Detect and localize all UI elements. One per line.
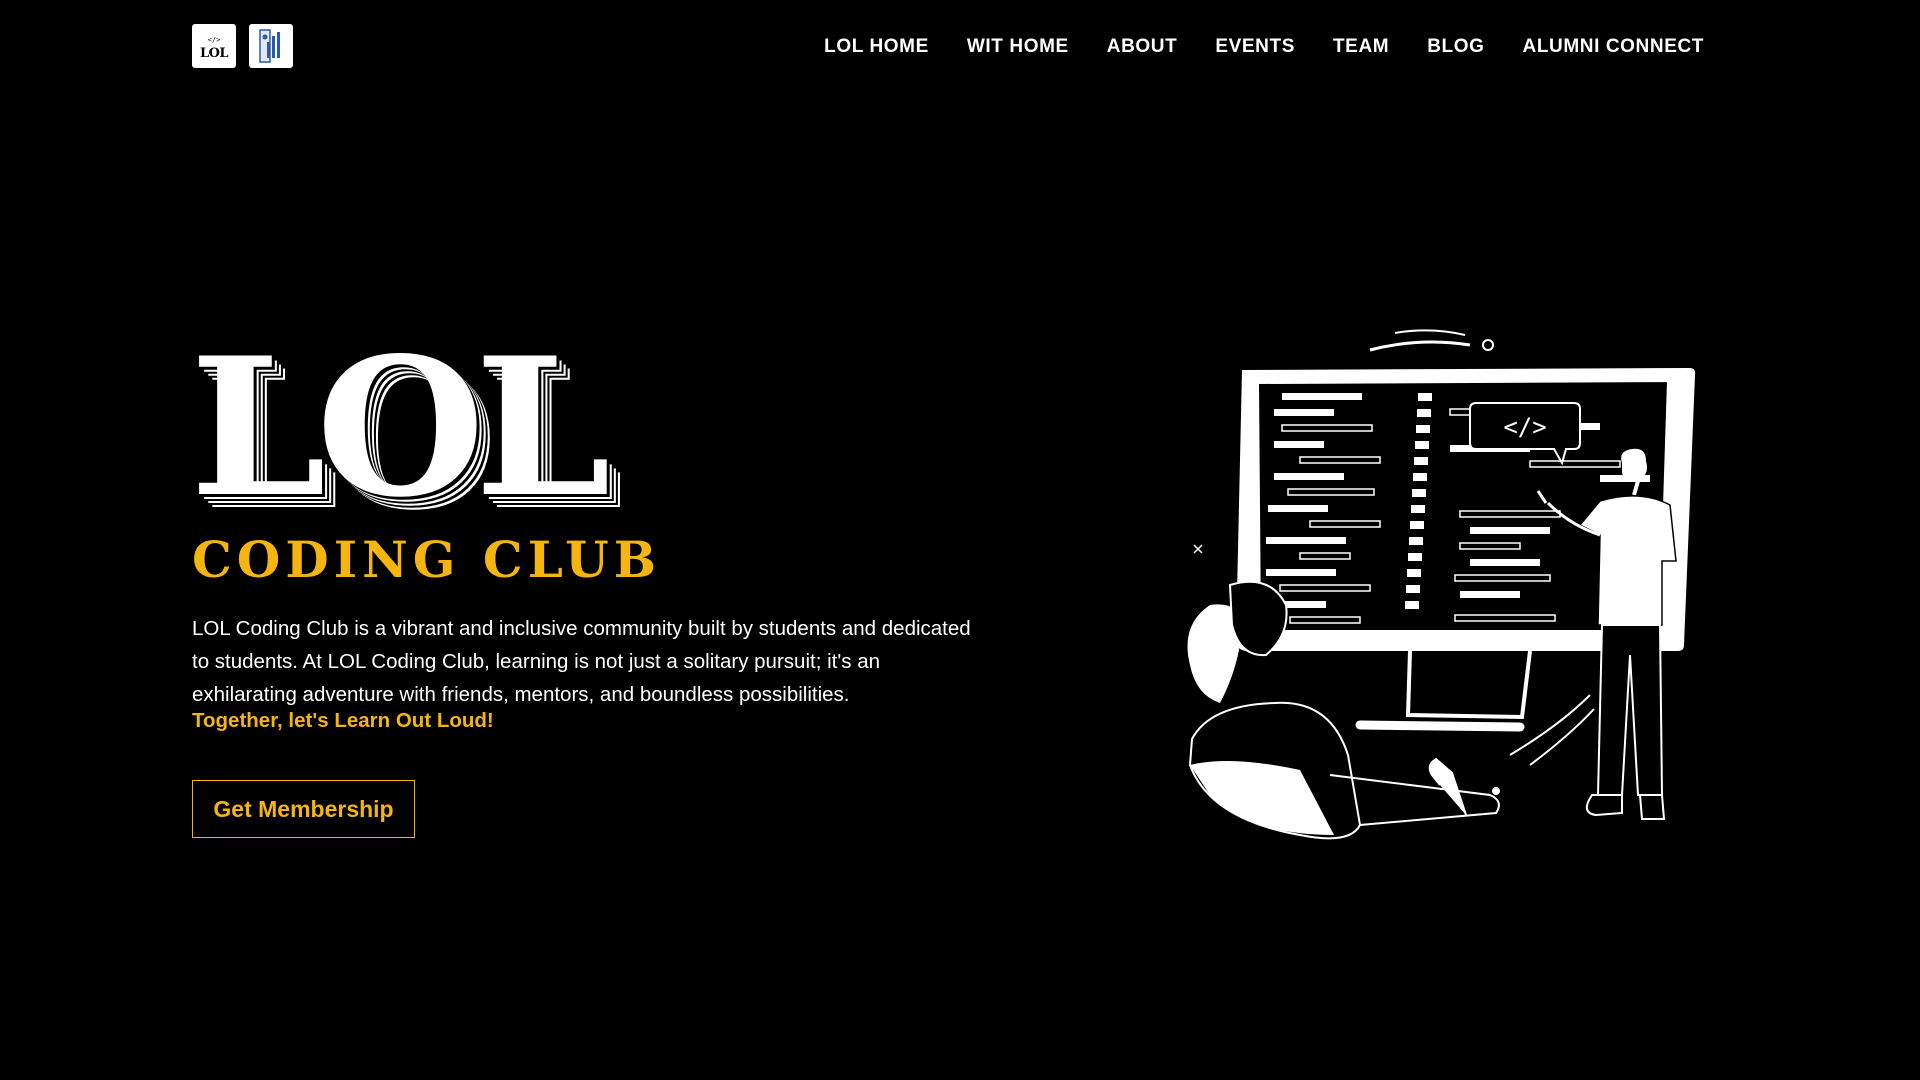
hero-tagline: Together, let's Learn Out Loud! <box>192 709 494 732</box>
get-membership-button[interactable]: Get Membership <box>192 780 415 838</box>
code-tag-icon: </> <box>1503 413 1546 441</box>
lol-logo[interactable]: </> LOL <box>192 24 236 68</box>
header-logos: </> LOL <box>192 24 293 68</box>
nav-alumni-connect[interactable]: ALUMNI CONNECT <box>1523 36 1705 58</box>
nav-events[interactable]: EVENTS <box>1215 36 1295 58</box>
wit-logo-icon <box>259 29 280 63</box>
nav-lol-home[interactable]: LOL HOME <box>824 36 929 58</box>
hero-title: LOL <box>190 316 611 539</box>
hero-description: LOL Coding Club is a vibrant and inclusi… <box>192 617 971 706</box>
wit-logo[interactable] <box>249 24 293 68</box>
nav-about[interactable]: ABOUT <box>1107 36 1178 58</box>
hero-subtitle: CODING CLUB <box>192 530 661 589</box>
main-nav: LOL HOME WIT HOME ABOUT EVENTS TEAM BLOG… <box>824 36 1704 58</box>
nav-wit-home[interactable]: WIT HOME <box>967 36 1069 58</box>
nav-team[interactable]: TEAM <box>1333 36 1389 58</box>
coding-illustration: </> <box>1187 329 1696 840</box>
lol-logo-text: LOL <box>199 45 229 61</box>
nav-blog[interactable]: BLOG <box>1427 36 1484 58</box>
lol-logo-code-mark: </> <box>207 35 221 44</box>
